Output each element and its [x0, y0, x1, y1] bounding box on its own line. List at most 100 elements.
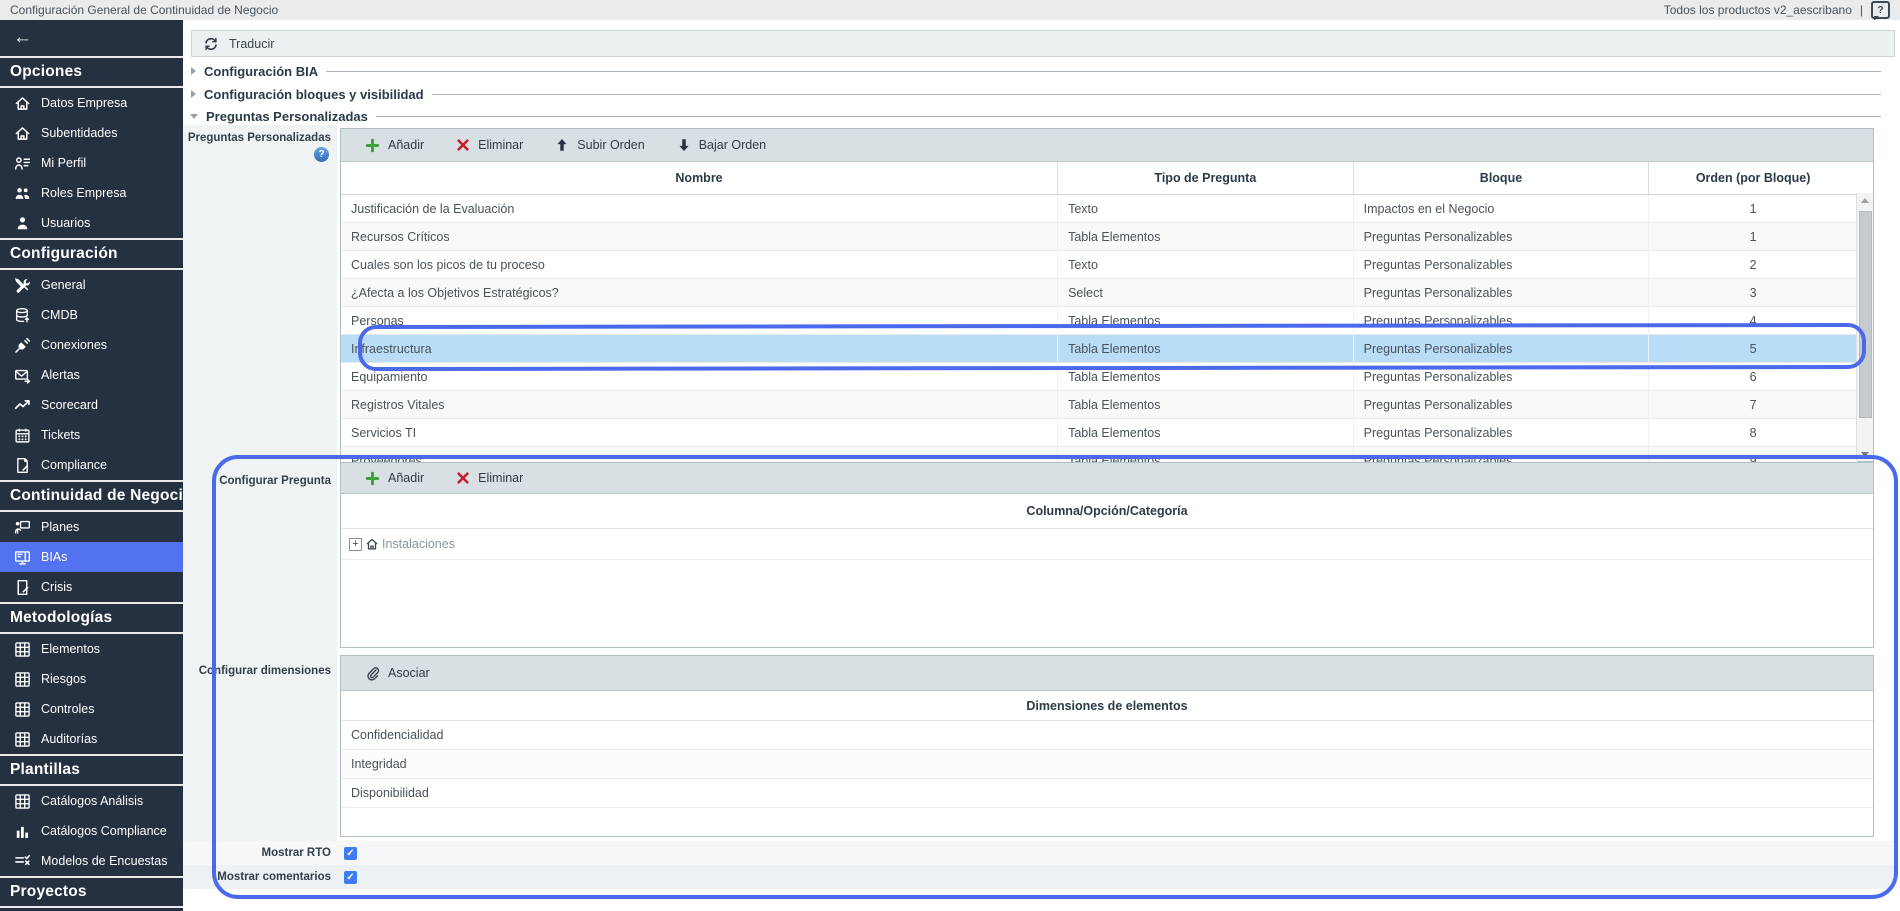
sidebar-item-modelos-encuestas[interactable]: Modelos de Encuestas [0, 846, 183, 876]
section-rule [326, 71, 1881, 72]
table-row[interactable]: Registros Vitales Tabla Elementos Pregun… [341, 391, 1857, 419]
configure-dimensions-toolbar: Asociar [341, 656, 1873, 691]
sidebar-item-label: Usuarios [41, 216, 90, 230]
sidebar-item-datos-empresa[interactable]: Datos Empresa [0, 88, 183, 118]
delete-button[interactable]: Eliminar [442, 129, 537, 161]
sidebar-item-conexiones[interactable]: Conexiones [0, 330, 183, 360]
help-bubble-icon[interactable]: ? [1871, 1, 1890, 19]
sidebar-item-usuarios[interactable]: Usuarios [0, 208, 183, 238]
sidebar-item-mi-perfil[interactable]: Mi Perfil [0, 148, 183, 178]
sidebar-item-bias[interactable]: BIAs [0, 542, 183, 572]
topbar-right: Todos los productos v2_aescribano | ? [1664, 1, 1900, 19]
move-up-button[interactable]: Subir Orden [541, 129, 658, 161]
configure-dimensions-label: Configurar dimensiones [183, 665, 331, 677]
check-icon: ✓ [346, 848, 354, 859]
move-down-button[interactable]: Bajar Orden [663, 129, 780, 161]
back-arrow-icon: ← [13, 27, 32, 49]
sidebar-item-alertas[interactable]: Alertas [0, 360, 183, 390]
sidebar-item-label: Crisis [41, 580, 72, 594]
questions-toolbar: Añadir Eliminar Subir Orden Bajar Orden [341, 129, 1873, 162]
help-icon[interactable]: ? [314, 147, 329, 162]
column-header-tipo: Tipo de Pregunta [1058, 162, 1354, 194]
survey-icon [13, 852, 31, 870]
sidebar-item-label: Controles [41, 702, 95, 716]
sidebar-item-label: Elementos [41, 642, 100, 656]
sidebar-section-configuracion: Configuración [0, 238, 183, 270]
sidebar-item-crisis[interactable]: Crisis [0, 572, 183, 602]
sidebar-item-catalogos-compliance[interactable]: Catálogos Compliance [0, 816, 183, 846]
column-header-orden: Orden (por Bloque) [1649, 162, 1857, 194]
delete-button[interactable]: Eliminar [442, 463, 537, 493]
sidebar-item-label: CMDB [41, 308, 78, 322]
sidebar-item-cmdb[interactable]: CMDB [0, 300, 183, 330]
scroll-up-icon[interactable] [1857, 193, 1873, 207]
sidebar-item-general[interactable]: General [0, 270, 183, 300]
sidebar-item-label: Tickets [41, 428, 80, 442]
back-button[interactable]: ← [0, 20, 183, 56]
table-row[interactable]: Cuales son los picos de tu proceso Texto… [341, 251, 1857, 279]
show-rto-row: Mostrar RTO ✓ [183, 841, 1894, 865]
table-row[interactable]: Justificación de la Evaluación Texto Imp… [341, 195, 1857, 223]
grid-icon [13, 792, 31, 810]
topbar: Configuración General de Continuidad de … [0, 0, 1900, 21]
sidebar-item-label: Datos Empresa [41, 96, 127, 110]
sidebar-item-label: Compliance [41, 458, 107, 472]
table-row-selected[interactable]: Infraestructura Tabla Elementos Pregunta… [341, 335, 1857, 363]
table-row[interactable]: Recursos Críticos Tabla Elementos Pregun… [341, 223, 1857, 251]
grid-icon [13, 700, 31, 718]
tree-item-instalaciones[interactable]: + Instalaciones [341, 529, 1873, 560]
paperclip-icon [365, 666, 380, 681]
user-icon [13, 214, 31, 232]
associate-button[interactable]: Asociar [351, 656, 444, 690]
sidebar-item-elementos[interactable]: Elementos [0, 634, 183, 664]
list-item-confidencialidad[interactable]: Confidencialidad [341, 721, 1873, 750]
column-header-dimensiones: Dimensiones de elementos [341, 691, 1873, 721]
section-configuracion-bloques[interactable]: Configuración bloques y visibilidad [187, 84, 1887, 104]
translate-button[interactable]: Traducir [191, 30, 1895, 57]
sidebar-item-catalogos-analisis[interactable]: Catálogos Análisis [0, 786, 183, 816]
database-icon [13, 306, 31, 324]
add-button[interactable]: Añadir [351, 129, 438, 161]
scrollbar-thumb[interactable] [1859, 211, 1872, 418]
document-icon [13, 456, 31, 474]
sidebar-item-auditorias[interactable]: Auditorías [0, 724, 183, 754]
calendar-icon [13, 426, 31, 444]
app-window: Configuración General de Continuidad de … [0, 0, 1900, 911]
sidebar-item-roles-empresa[interactable]: Roles Empresa [0, 178, 183, 208]
section-rule [376, 116, 1881, 117]
profile-lines-icon [13, 154, 31, 172]
sidebar-item-compliance[interactable]: Compliance [0, 450, 183, 480]
sidebar-section-metodologias: Metodologías [0, 602, 183, 634]
products-menu[interactable]: Todos los productos v2_aescribano [1664, 3, 1852, 17]
vertical-scrollbar[interactable] [1856, 193, 1873, 461]
table-row[interactable]: Personas Tabla Elementos Preguntas Perso… [341, 307, 1857, 335]
table-row[interactable]: Equipamiento Tabla Elementos Preguntas P… [341, 363, 1857, 391]
section-configuracion-bia[interactable]: Configuración BIA [187, 61, 1887, 81]
table-row[interactable]: ¿Afecta a los Objetivos Estratégicos? Se… [341, 279, 1857, 307]
arrow-down-icon [677, 138, 691, 152]
table-row[interactable]: Servicios TI Tabla Elementos Preguntas P… [341, 419, 1857, 447]
add-button[interactable]: Añadir [351, 463, 438, 493]
section-preguntas-personalizadas[interactable]: Preguntas Personalizadas [187, 106, 1887, 126]
chart-line-icon [13, 396, 31, 414]
show-rto-checkbox[interactable]: ✓ [344, 847, 357, 860]
chevron-right-icon [191, 67, 196, 75]
x-icon [456, 138, 470, 152]
x-icon [456, 471, 470, 485]
column-header-bloque: Bloque [1354, 162, 1650, 194]
list-item-integridad[interactable]: Integridad [341, 750, 1873, 779]
sidebar-item-label: Roles Empresa [41, 186, 126, 200]
list-item-disponibilidad[interactable]: Disponibilidad [341, 779, 1873, 808]
show-comments-label: Mostrar comentarios [183, 871, 331, 883]
scroll-down-icon[interactable] [1857, 447, 1873, 461]
show-comments-checkbox[interactable]: ✓ [344, 871, 357, 884]
sidebar-item-planes[interactable]: Planes [0, 512, 183, 542]
sidebar-item-tickets[interactable]: Tickets [0, 420, 183, 450]
expand-plus-icon[interactable]: + [349, 538, 362, 551]
sidebar-item-subentidades[interactable]: Subentidades [0, 118, 183, 148]
sidebar-item-controles[interactable]: Controles [0, 694, 183, 724]
chevron-down-icon [190, 114, 198, 119]
sidebar-item-scorecard[interactable]: Scorecard [0, 390, 183, 420]
configure-dimensions-panel: Asociar Dimensiones de elementos Confide… [340, 655, 1874, 837]
sidebar-item-riesgos[interactable]: Riesgos [0, 664, 183, 694]
